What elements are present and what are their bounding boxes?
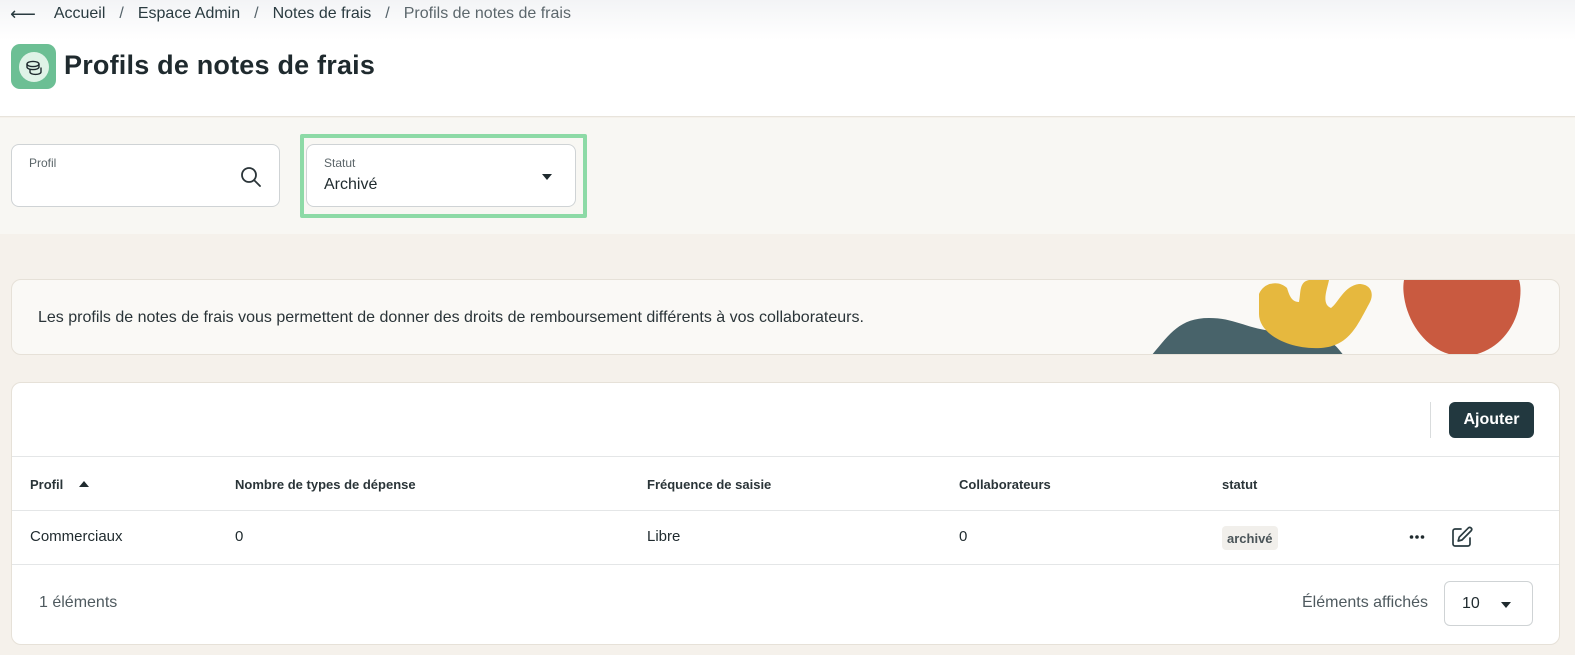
caret-down-icon[interactable] <box>542 174 552 180</box>
info-banner: Les profils de notes de frais vous perme… <box>11 279 1560 355</box>
breadcrumb-accueil[interactable]: Accueil <box>54 5 106 23</box>
decorative-shapes-illustration <box>1152 280 1521 354</box>
column-header-collaborateurs: Collaborateurs <box>959 477 1051 492</box>
column-header-frequence: Fréquence de saisie <box>647 477 772 492</box>
breadcrumb: ⟵ Accueil / Espace Admin / Notes de frai… <box>10 4 571 24</box>
column-header-label: Profil <box>30 477 64 492</box>
statut-field-label: Statut <box>324 156 356 170</box>
page-size-value: 10 <box>1462 595 1480 612</box>
breadcrumb-separator: / <box>254 5 259 22</box>
breadcrumb-separator: / <box>385 5 390 22</box>
filters-bar: Profil Statut Archivé <box>0 118 1575 234</box>
cell-types: 0 <box>235 528 244 545</box>
expense-coins-icon <box>11 44 56 89</box>
cell-frequence: Libre <box>647 528 681 545</box>
column-header-profil[interactable]: Profil <box>30 477 90 492</box>
sort-ascending-icon[interactable] <box>79 481 90 487</box>
edit-icon[interactable] <box>1450 525 1474 549</box>
breadcrumb-notes-de-frais[interactable]: Notes de frais <box>273 5 372 23</box>
arrow-left-icon[interactable]: ⟵ <box>10 4 36 25</box>
column-header-types: Nombre de types de dépense <box>235 477 416 492</box>
table-row[interactable]: Commerciaux 0 Libre 0 archivé <box>12 511 1559 565</box>
profiles-table-card: Ajouter Profil Nombre de types de dépens… <box>11 382 1560 645</box>
column-header-statut: statut <box>1222 477 1258 492</box>
caret-down-icon[interactable] <box>1501 602 1511 608</box>
page-size-label: Éléments affichés <box>1302 594 1428 611</box>
cell-collaborateurs: 0 <box>959 528 968 545</box>
status-badge: archivé <box>1222 526 1278 550</box>
profil-search-field[interactable]: Profil <box>11 144 280 207</box>
page-size-select[interactable]: 10 <box>1444 581 1533 626</box>
items-count: 1 éléments <box>39 594 118 611</box>
breadcrumb-current: Profils de notes de frais <box>403 5 571 22</box>
more-icon[interactable] <box>1405 525 1429 549</box>
cell-profil: Commerciaux <box>30 528 123 545</box>
statut-select[interactable]: Statut Archivé <box>306 144 576 207</box>
banner-text: Les profils de notes de frais vous perme… <box>38 309 864 326</box>
search-icon[interactable] <box>239 165 263 189</box>
table-header: Profil Nombre de types de dépense Fréque… <box>12 456 1559 511</box>
breadcrumb-separator: / <box>119 5 124 22</box>
statut-field-value: Archivé <box>324 176 378 193</box>
breadcrumb-espace-admin[interactable]: Espace Admin <box>138 5 240 23</box>
page-header: ⟵ Accueil / Espace Admin / Notes de frai… <box>0 0 1575 117</box>
profil-field-label: Profil <box>29 156 57 170</box>
toolbar-divider <box>1430 402 1431 438</box>
add-button[interactable]: Ajouter <box>1449 402 1534 438</box>
page-title: Profils de notes de frais <box>64 50 376 80</box>
